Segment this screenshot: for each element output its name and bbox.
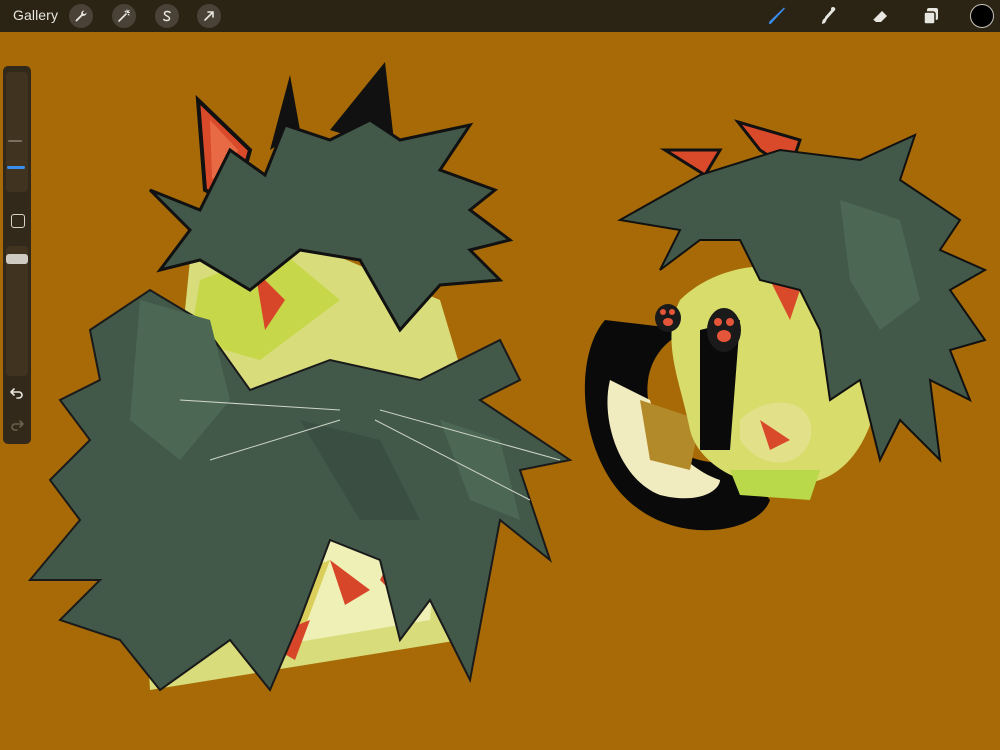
smudge-icon[interactable]: [816, 4, 840, 28]
opacity-slider[interactable]: [6, 246, 28, 376]
undo-icon[interactable]: [8, 384, 26, 402]
color-picker-swatch[interactable]: [970, 4, 994, 28]
brush-size-thumb[interactable]: [7, 166, 25, 169]
opacity-thumb[interactable]: [6, 254, 28, 264]
brush-size-slider[interactable]: [6, 72, 28, 192]
modify-button[interactable]: [11, 214, 25, 228]
top-toolbar: Gallery: [0, 0, 1000, 32]
gallery-button[interactable]: Gallery: [13, 7, 58, 23]
left-sidebar: [3, 66, 31, 444]
wrench-icon[interactable]: [69, 4, 93, 28]
selection-s-icon[interactable]: [155, 4, 179, 28]
eraser-icon[interactable]: [868, 4, 892, 28]
layers-icon[interactable]: [919, 4, 943, 28]
redo-icon[interactable]: [8, 416, 26, 434]
brush-size-marker: [8, 140, 22, 142]
drawing-canvas[interactable]: [0, 32, 1000, 750]
transform-arrow-icon[interactable]: [197, 4, 221, 28]
brush-icon[interactable]: [765, 4, 789, 28]
magic-wand-icon[interactable]: [112, 4, 136, 28]
